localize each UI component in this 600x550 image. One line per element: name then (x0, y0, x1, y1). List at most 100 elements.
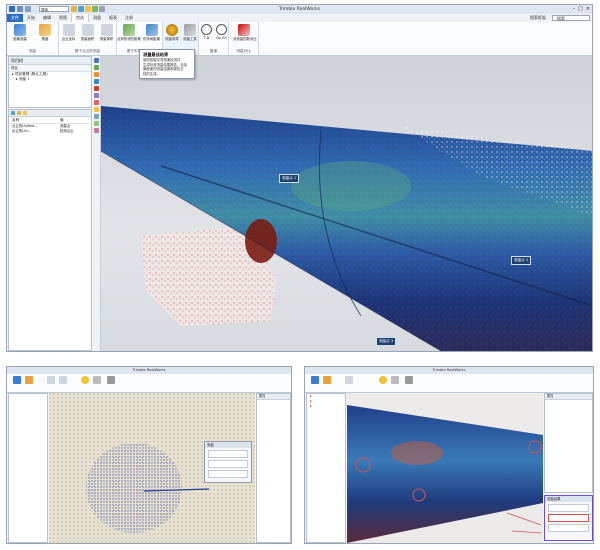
ribbon: 距离测量 角度 测量 点云坐标 测量面积 测量体积 基于点云的测量 点到形状的距… (7, 22, 592, 56)
table-row[interactable]: 点云的Uni... 检测点云 (9, 129, 91, 134)
point-cloud-viewport[interactable]: 测量 (49, 393, 255, 543)
td-button[interactable]: T-D (199, 24, 214, 40)
point-to-shape-button[interactable]: 点到形状的距离 (117, 24, 141, 41)
sort-icon[interactable] (17, 111, 21, 115)
area-icon[interactable] (47, 376, 55, 384)
side-panel: 属性 (256, 393, 291, 543)
filter-icon[interactable] (11, 111, 15, 115)
dialog-field[interactable] (208, 470, 248, 478)
measure-dialog: 测量 (204, 441, 252, 483)
volume-icon[interactable] (59, 376, 67, 384)
angle-button[interactable]: 角度 (34, 24, 56, 41)
measure-tools-button[interactable]: 测量工具 (181, 24, 199, 41)
measure-label[interactable]: 测量点 2 (511, 256, 532, 265)
angle-icon[interactable] (323, 376, 331, 384)
tools-icon[interactable] (391, 376, 399, 384)
tab-registration[interactable]: 注册 (121, 14, 137, 22)
distance-button[interactable]: 距离测量 (9, 24, 31, 41)
tab-report[interactable]: 报表 (105, 14, 121, 22)
tools-icon[interactable] (93, 376, 101, 384)
fit-icon[interactable] (94, 86, 99, 91)
ribbon (7, 374, 291, 393)
angle-icon[interactable] (25, 376, 33, 384)
tab-measure[interactable]: 测量 (89, 14, 105, 22)
iso-view-icon[interactable] (94, 114, 99, 119)
measure-results-dialog: 测量结果 (544, 495, 593, 541)
tab-file[interactable]: 文件 (7, 14, 23, 22)
pan-icon[interactable] (94, 72, 99, 77)
measure-label[interactable]: 测量点 1 (279, 174, 300, 183)
dialog-title: 测量 (205, 442, 251, 448)
compare-icon (238, 24, 250, 36)
tooltip-line: 档的生成。 (143, 71, 160, 76)
maximize-icon[interactable]: □ (578, 6, 583, 12)
select-icon[interactable] (94, 58, 99, 63)
project-panel: ▸ ▸ ▸ (306, 393, 346, 543)
measure-wizard-button[interactable]: 测量向导 (163, 24, 181, 41)
pipe-dn-icon (216, 24, 227, 35)
top-view-icon[interactable] (94, 93, 99, 98)
zoom-icon[interactable] (94, 79, 99, 84)
side-panel-title: 属性 (257, 394, 290, 400)
wizard-icon[interactable] (81, 376, 89, 384)
wizard-icon[interactable] (379, 376, 387, 384)
viewer-toolbar (93, 56, 101, 351)
bottom-left-window: Trimble RealWorks 测量 属性 (6, 366, 292, 544)
search-field[interactable]: 搜索 (552, 15, 590, 21)
project-toolbar-value[interactable]: 项目 (11, 66, 18, 70)
rotate-icon[interactable] (94, 65, 99, 70)
dn-en-button[interactable]: Dn-En (214, 24, 229, 40)
tree-item[interactable]: ▸ (307, 404, 345, 409)
color-mode-icon[interactable] (94, 121, 99, 126)
star-icon[interactable] (23, 111, 27, 115)
point-cloud-viewport[interactable]: 测量点 1 测量点 2 测量点 3 (101, 56, 592, 351)
properties-panel: 名称 值 点云的Unified... 测量点 点云的Uni... 检测点云 (8, 109, 92, 351)
window-title: Trimble RealWorks (432, 368, 466, 372)
cloud-coordinate-button[interactable]: 点云坐标 (59, 24, 78, 41)
ribbon-group-compare: 对测量的新对比 测量对比 (229, 22, 259, 55)
pipe-icon[interactable] (107, 376, 115, 384)
cloud-coordinate-icon (62, 24, 75, 36)
bottom-right-window: Trimble RealWorks ▸ ▸ ▸ 属性 测量结果 (304, 366, 594, 544)
tab-edit[interactable]: 编辑 (39, 14, 55, 22)
window-title: Trimble RealWorks (132, 368, 166, 372)
col-value: 值 (60, 118, 64, 122)
shape-distance-button[interactable]: 形状间距离 (140, 24, 163, 41)
dialog-title: 测量结果 (545, 496, 592, 502)
distance-icon[interactable] (311, 376, 319, 384)
point-to-shape-icon (122, 24, 135, 36)
close-icon[interactable]: × (586, 6, 590, 12)
measure-wizard-tooltip: 测量最佳结果 使用测量向导快速检测并 生成标准测量结果报告，包括 偏差面的测量结… (139, 49, 195, 79)
ribbon-group-measure: 距离测量 角度 测量 (7, 22, 59, 55)
measure-label[interactable]: 测量点 3 (376, 337, 397, 346)
distance-icon[interactable] (13, 376, 21, 384)
ribbon (305, 374, 593, 393)
window-controls: – □ × (573, 6, 590, 12)
volume-button[interactable]: 测量体积 (97, 24, 116, 41)
dialog-field[interactable] (208, 460, 248, 468)
properties-toolbar (9, 110, 91, 117)
point-cloud-render (347, 405, 543, 543)
tab-preferences[interactable]: 首选 (71, 14, 89, 22)
side-view-icon[interactable] (94, 107, 99, 112)
search-label: 搜索框架 (530, 15, 546, 20)
minimize-icon[interactable]: – (573, 6, 576, 12)
pipe-icon[interactable] (405, 376, 413, 384)
area-icon[interactable] (345, 376, 353, 384)
front-view-icon[interactable] (94, 100, 99, 105)
side-panel-title: 属性 (545, 394, 592, 400)
col-name: 名称 (12, 118, 20, 122)
properties-header: 名称 值 (9, 117, 91, 124)
project-panel: 项目树 项目 ▸ 项目管理 (默认工程) ▸ 测量 1 (8, 56, 92, 108)
dialog-field[interactable] (208, 450, 248, 458)
dialog-field[interactable] (548, 504, 589, 512)
dialog-field[interactable] (548, 524, 589, 532)
area-button[interactable]: 测量面积 (78, 24, 97, 41)
tab-view[interactable]: 视图 (55, 14, 71, 22)
new-compare-button[interactable]: 对测量的新对比 (233, 24, 257, 41)
point-cloud-viewport[interactable] (347, 393, 543, 543)
tree-item[interactable]: ▸ 测量 1 (9, 77, 91, 82)
tab-home[interactable]: 开始 (23, 14, 39, 22)
dialog-field[interactable] (548, 514, 589, 522)
clip-icon[interactable] (94, 128, 99, 133)
